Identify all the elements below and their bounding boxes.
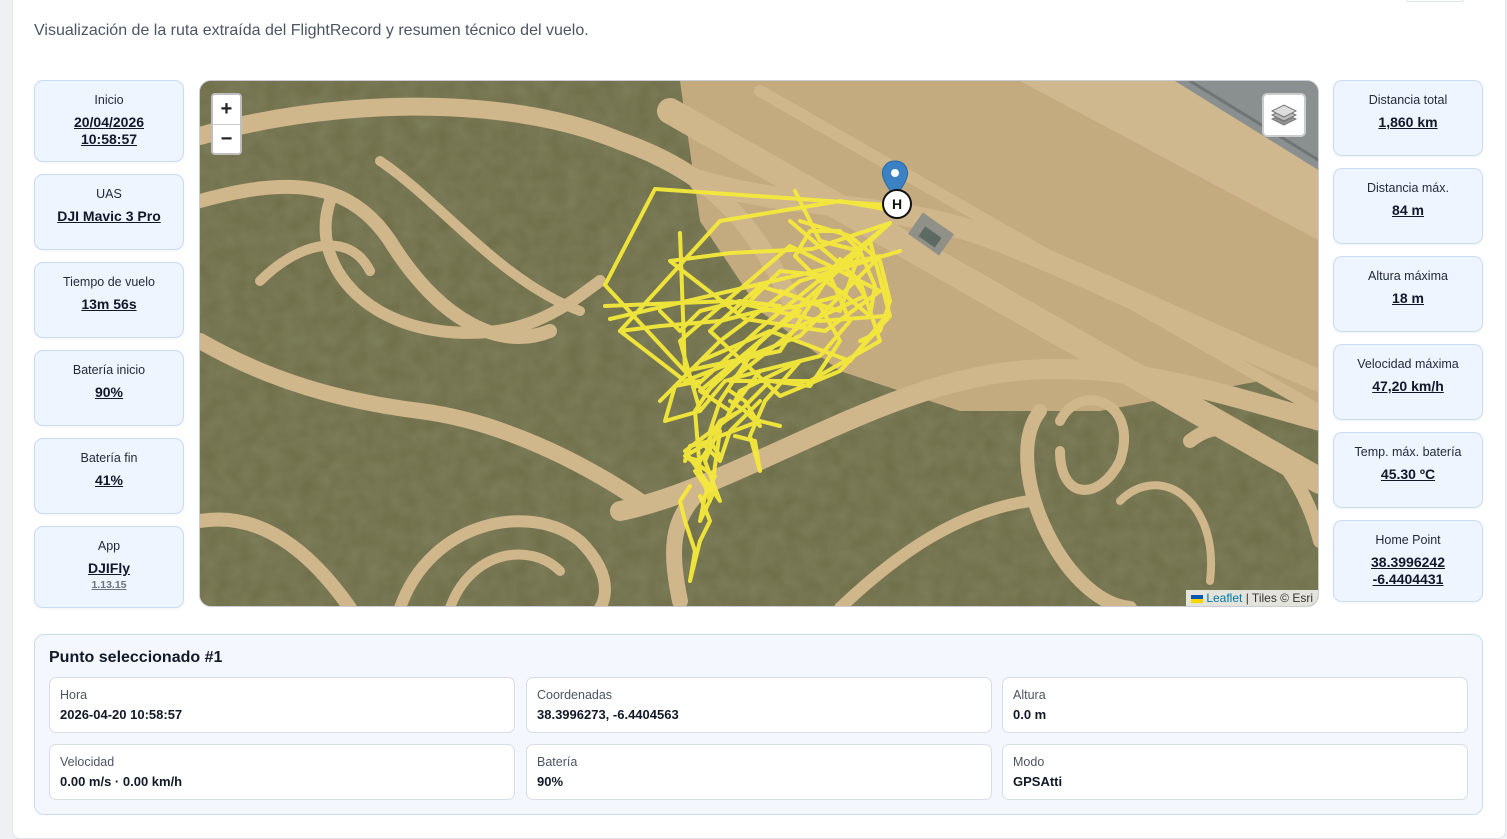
- stat-value: 13m 56s: [81, 296, 137, 312]
- home-lat: 38.3996242: [1371, 554, 1445, 570]
- stat-value: 1,860 km: [1378, 114, 1438, 130]
- stat-value: 38.3996242 -6.4404431: [1334, 554, 1482, 588]
- field-hora: Hora 2026-04-20 10:58:57: [49, 677, 515, 733]
- zoom-out-button[interactable]: −: [213, 124, 240, 153]
- field-value: 0.00 m/s · 0.00 km/h: [60, 774, 183, 789]
- stat-value: 90%: [94, 384, 124, 400]
- stat-home-point: Home Point 38.3996242 -6.4404431: [1333, 520, 1483, 602]
- home-point-marker[interactable]: H: [882, 189, 912, 219]
- field-value: GPSAtti: [1013, 774, 1063, 789]
- stat-label: Inicio: [94, 93, 124, 107]
- flight-route: [603, 187, 902, 583]
- zoom-in-button[interactable]: +: [213, 95, 240, 124]
- field-altura: Altura 0.0 m: [1002, 677, 1468, 733]
- field-label: Velocidad: [60, 755, 115, 769]
- layers-icon: [1270, 104, 1298, 126]
- stat-label: Batería fin: [80, 451, 138, 465]
- zoom-control: + −: [211, 93, 242, 155]
- stat-label: Temp. máx. batería: [1354, 445, 1462, 459]
- stat-app: App DJIFly 1.13.15: [34, 526, 184, 608]
- stat-temp-bateria: Temp. máx. batería 45.30 ºC: [1333, 432, 1483, 508]
- field-value: 2026-04-20 10:58:57: [60, 707, 183, 722]
- stat-label: Tiempo de vuelo: [63, 275, 155, 289]
- stat-value: DJI Mavic 3 Pro: [57, 208, 161, 224]
- field-label: Hora: [60, 688, 88, 702]
- stat-value: 45.30 ºC: [1380, 466, 1436, 482]
- stat-label: Altura máxima: [1368, 269, 1448, 283]
- field-velocidad: Velocidad 0.00 m/s · 0.00 km/h: [49, 744, 515, 800]
- stat-label: Batería inicio: [72, 363, 146, 377]
- stat-label: Velocidad máxima: [1357, 357, 1459, 371]
- stat-value: 47,20 km/h: [1372, 378, 1444, 394]
- selected-point-title: Punto seleccionado #1: [49, 649, 223, 666]
- stat-label: Distancia total: [1368, 93, 1448, 107]
- stat-label: UAS: [96, 187, 122, 201]
- field-bateria: Batería 90%: [526, 744, 992, 800]
- field-value: 90%: [537, 774, 564, 789]
- top-tab[interactable]: [1405, 0, 1465, 2]
- field-label: Modo: [1013, 755, 1045, 769]
- stat-altura-maxima: Altura máxima 18 m: [1333, 256, 1483, 332]
- field-value: 0.0 m: [1013, 707, 1047, 722]
- leaflet-link[interactable]: Leaflet: [1206, 591, 1242, 605]
- layers-button[interactable]: [1262, 93, 1306, 137]
- stat-inicio: Inicio 20/04/2026 10:58:57: [34, 80, 184, 162]
- stat-value: DJIFly: [87, 560, 130, 576]
- stat-value: 84 m: [1392, 202, 1424, 218]
- stat-bateria-inicio: Batería inicio 90%: [34, 350, 184, 426]
- stat-uas: UAS DJI Mavic 3 Pro: [34, 174, 184, 250]
- stat-value: 20/04/2026 10:58:57: [35, 114, 183, 148]
- start-date: 20/04/2026: [73, 114, 145, 130]
- selected-point-panel: Punto seleccionado #1 Hora 2026-04-20 10…: [34, 634, 1483, 815]
- page-subtitle: Visualización de la ruta extraída del Fl…: [34, 22, 589, 39]
- stat-distancia-total: Distancia total 1,860 km: [1333, 80, 1483, 156]
- stat-velocidad-maxima: Velocidad máxima 47,20 km/h: [1333, 344, 1483, 420]
- stat-label: Distancia máx.: [1367, 181, 1449, 195]
- stat-label: App: [97, 539, 121, 553]
- field-label: Batería: [537, 755, 578, 769]
- stat-bateria-fin: Batería fin 41%: [34, 438, 184, 514]
- flight-map[interactable]: H + − Leaflet | Tiles © Esri: [199, 80, 1319, 607]
- start-time: 10:58:57: [80, 131, 138, 147]
- field-label: Altura: [1013, 688, 1046, 702]
- field-modo: Modo GPSAtti: [1002, 744, 1468, 800]
- field-coordenadas: Coordenadas 38.3996273, -6.4404563: [526, 677, 992, 733]
- stat-label: Home Point: [1375, 533, 1441, 547]
- stat-value: 18 m: [1392, 290, 1424, 306]
- app-version: 1.13.15: [91, 579, 127, 591]
- stat-tiempo-vuelo: Tiempo de vuelo 13m 56s: [34, 262, 184, 338]
- field-value: 38.3996273, -6.4404563: [537, 707, 679, 722]
- stat-value: 41%: [94, 472, 124, 488]
- ukraine-flag-icon: [1191, 594, 1204, 603]
- tiles-credit: | Tiles © Esri: [1242, 591, 1313, 605]
- stat-distancia-max: Distancia máx. 84 m: [1333, 168, 1483, 244]
- home-lon: -6.4404431: [1372, 571, 1444, 587]
- field-label: Coordenadas: [537, 688, 613, 702]
- map-attribution: Leaflet | Tiles © Esri: [1186, 590, 1318, 606]
